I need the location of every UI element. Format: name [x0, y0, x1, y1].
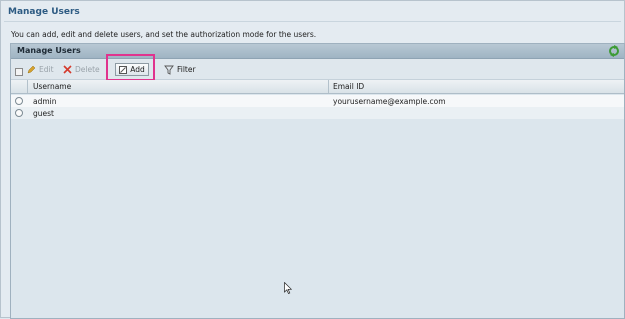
table-row[interactable]: admin yourusername@example.com [11, 95, 624, 107]
username-cell: guest [33, 109, 54, 118]
row-select-radio[interactable] [15, 109, 23, 117]
mouse-cursor-icon [284, 282, 292, 294]
email-cell: yourusername@example.com [333, 97, 446, 106]
title-divider [4, 21, 621, 22]
column-separator [27, 80, 28, 93]
panel-header: Manage Users [11, 44, 624, 59]
column-header-email[interactable]: Email ID [333, 82, 364, 91]
app-frame: Manage Users You can add, edit and delet… [0, 0, 625, 319]
delete-button[interactable]: Delete [63, 64, 100, 75]
delete-label: Delete [75, 65, 100, 74]
page-title: Manage Users [8, 7, 80, 17]
filter-button[interactable]: Filter [164, 64, 196, 75]
add-button-highlight [106, 54, 155, 81]
edit-button[interactable]: Edit [27, 64, 54, 75]
page-description: You can add, edit and delete users, and … [11, 30, 317, 39]
table-header: Username Email ID [11, 80, 624, 94]
pencil-icon [27, 65, 36, 74]
column-header-username[interactable]: Username [33, 82, 71, 91]
filter-icon [164, 65, 174, 75]
username-cell: admin [33, 97, 57, 106]
panel-title: Manage Users [17, 46, 81, 55]
manage-users-panel: Manage Users Edit Delete Add Filter User… [10, 43, 625, 319]
select-all-checkbox[interactable] [15, 68, 23, 76]
refresh-icon[interactable] [608, 45, 620, 57]
table-row[interactable]: guest [11, 107, 624, 119]
delete-x-icon [63, 65, 72, 74]
edit-label: Edit [39, 65, 54, 74]
filter-label: Filter [177, 65, 196, 74]
row-select-radio[interactable] [15, 97, 23, 105]
column-separator [328, 80, 329, 93]
toolbar: Edit Delete Add Filter [11, 54, 624, 81]
